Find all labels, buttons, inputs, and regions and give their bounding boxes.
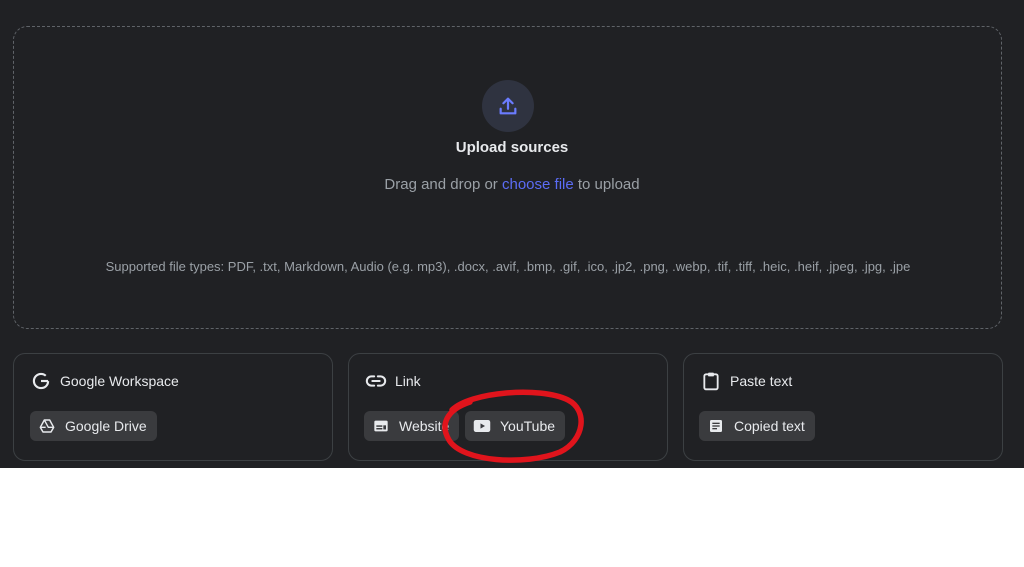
link-icon xyxy=(365,370,387,392)
add-sources-panel: Upload sources Drag and drop or choose f… xyxy=(0,0,1024,468)
website-icon xyxy=(372,417,390,435)
upload-button[interactable] xyxy=(482,80,534,132)
link-header: Link xyxy=(365,370,421,392)
supported-file-types: Supported file types: PDF, .txt, Markdow… xyxy=(105,259,911,274)
choose-file-link[interactable]: choose file xyxy=(502,176,574,193)
upload-prompt: Drag and drop or choose file to upload xyxy=(0,176,1024,193)
link-card: Link Website YouTube xyxy=(348,353,668,461)
google-drive-label: Google Drive xyxy=(65,418,147,434)
link-title: Link xyxy=(395,373,421,389)
copied-text-label: Copied text xyxy=(734,418,805,434)
website-button[interactable]: Website xyxy=(364,411,460,441)
clipboard-icon xyxy=(700,370,722,392)
document-icon xyxy=(707,417,725,435)
copied-text-button[interactable]: Copied text xyxy=(699,411,815,441)
drive-icon xyxy=(38,417,56,435)
upload-icon xyxy=(499,97,517,115)
google-drive-button[interactable]: Google Drive xyxy=(30,411,157,441)
website-label: Website xyxy=(399,418,450,434)
google-g-icon xyxy=(30,370,52,392)
youtube-label: YouTube xyxy=(500,418,556,434)
google-workspace-card: Google Workspace Google Drive xyxy=(13,353,333,461)
paste-text-title: Paste text xyxy=(730,373,793,389)
upload-title: Upload sources xyxy=(455,139,569,156)
google-workspace-title: Google Workspace xyxy=(60,373,179,389)
upload-prompt-before: Drag and drop or xyxy=(384,176,502,193)
google-workspace-header: Google Workspace xyxy=(30,370,179,392)
youtube-button[interactable]: YouTube xyxy=(465,411,566,441)
paste-text-header: Paste text xyxy=(700,370,792,392)
upload-prompt-after: to upload xyxy=(573,176,640,193)
youtube-icon xyxy=(473,417,491,435)
paste-text-card: Paste text Copied text xyxy=(683,353,1003,461)
